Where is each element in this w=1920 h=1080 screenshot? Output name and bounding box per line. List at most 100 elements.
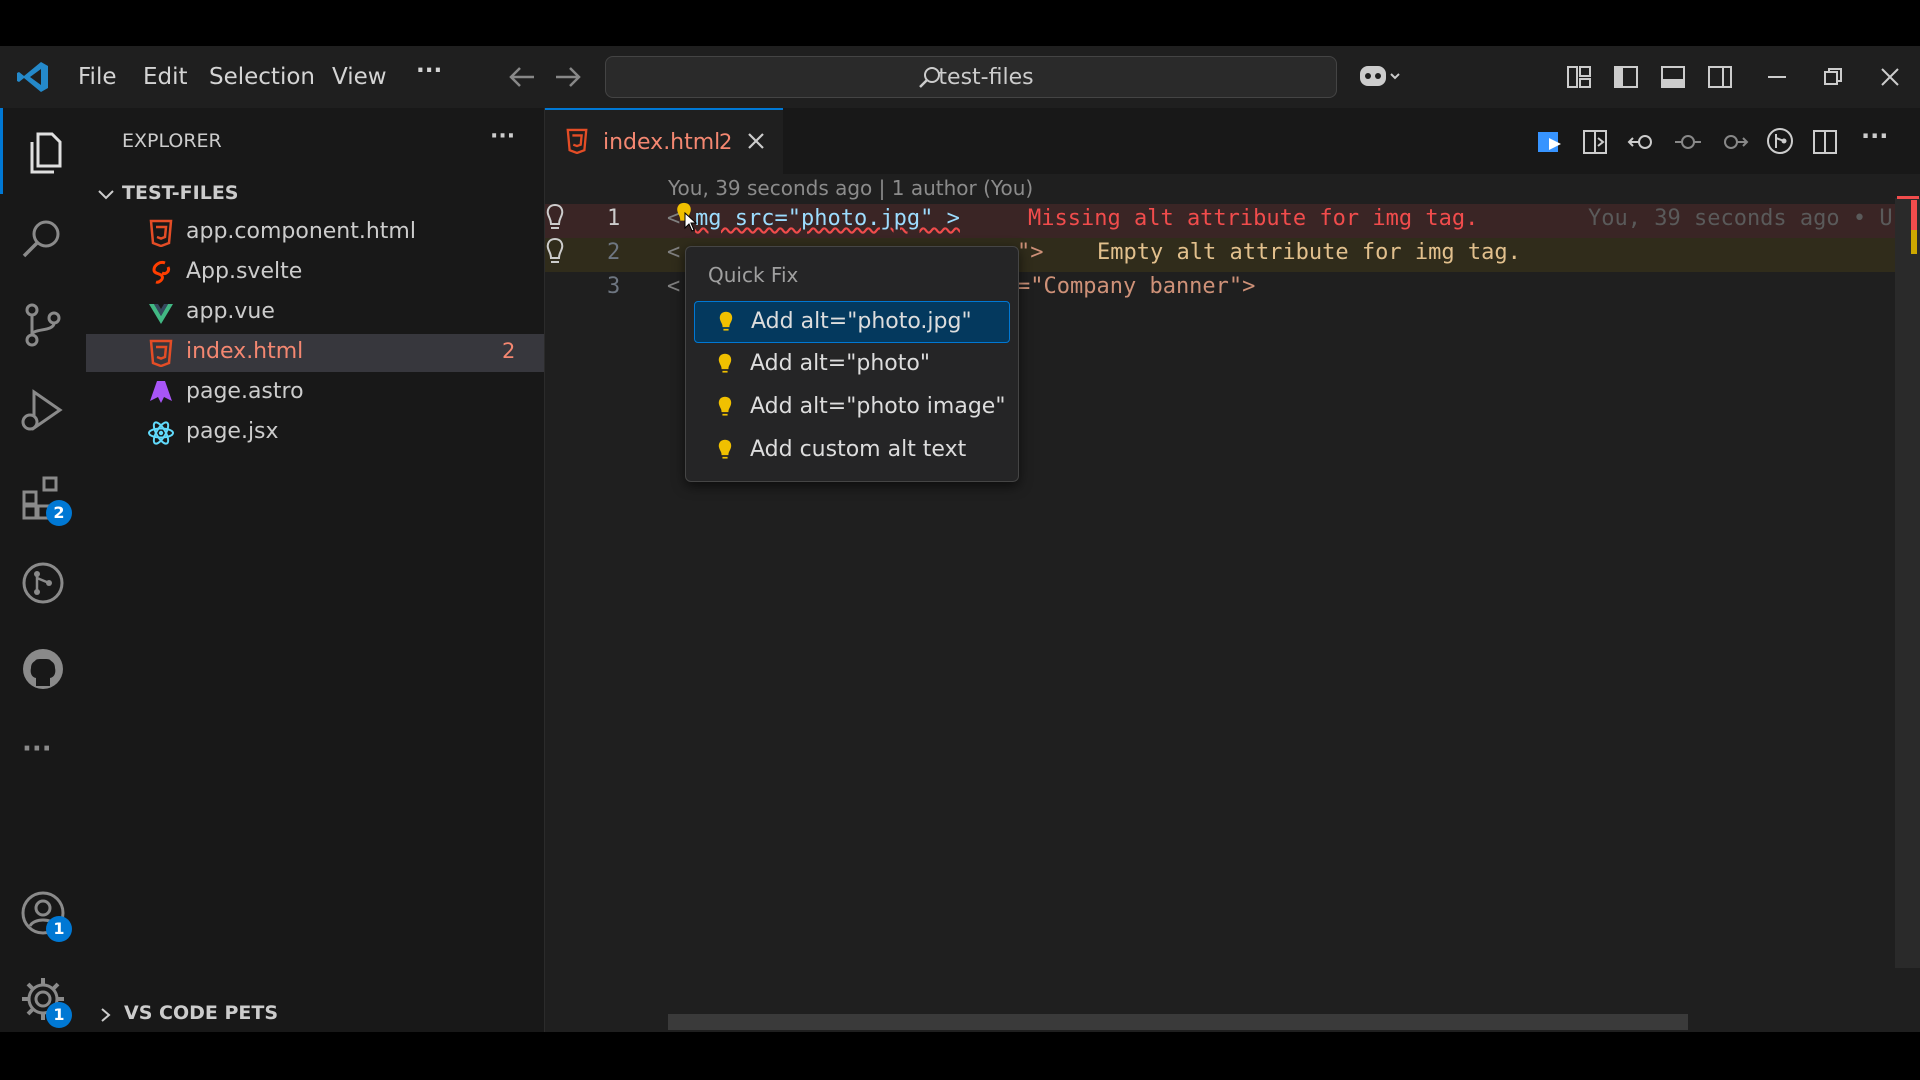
svelte-icon	[152, 261, 170, 284]
command-center-search[interactable]: test-files	[605, 56, 1337, 98]
lightbulb-icon	[718, 439, 732, 459]
menu-more[interactable]: ···	[416, 58, 442, 84]
lightbulb-outline-icon[interactable]	[545, 236, 565, 268]
astro-icon	[150, 381, 172, 403]
quick-fix-label: Add alt="photo.jpg"	[751, 309, 972, 334]
quick-fix-item[interactable]: Add custom alt text	[694, 430, 1008, 470]
code-token: <	[667, 274, 681, 299]
mouse-cursor-icon	[684, 212, 698, 232]
next-change-icon[interactable]	[1719, 128, 1749, 156]
file-name: index.html	[186, 339, 304, 364]
restore-icon[interactable]	[1820, 64, 1846, 90]
live-preview-icon[interactable]	[1535, 128, 1565, 156]
explorer-more-button[interactable]: ···	[490, 124, 515, 149]
commit-icon[interactable]	[1673, 128, 1703, 156]
forward-arrow-icon[interactable]	[554, 64, 582, 90]
accounts-badge: 1	[46, 916, 72, 942]
lightbulb-outline-icon[interactable]	[545, 202, 565, 234]
close-tab-icon[interactable]	[745, 130, 767, 152]
search-label: test-files	[938, 65, 1034, 90]
toggle-secondary-sidebar-icon[interactable]	[1707, 64, 1733, 90]
gitlens-icon[interactable]	[18, 558, 68, 608]
tab-bar: index.html 2 ···	[545, 108, 1920, 176]
problems-count: 2	[502, 339, 516, 363]
chevron-down-icon	[98, 190, 114, 200]
html-icon	[566, 128, 588, 154]
vs-code-pets-section[interactable]: VS CODE PETS	[86, 998, 544, 1032]
github-icon[interactable]	[18, 644, 68, 694]
file-item[interactable]: page.jsx	[86, 414, 544, 452]
line-number: 1	[607, 206, 621, 231]
folder-name: TEST-FILES	[122, 182, 239, 204]
vertical-scrollbar[interactable]	[1895, 198, 1920, 968]
tab-label: index.html	[603, 130, 721, 155]
explorer-icon[interactable]	[18, 128, 68, 178]
open-preview-icon[interactable]	[1581, 128, 1609, 156]
quick-fix-item[interactable]: Add alt="photo image"	[694, 387, 1008, 427]
quick-fix-menu: Quick Fix Add alt="photo.jpg" Add alt="p…	[685, 246, 1019, 482]
title-bar: File Edit Selection View ··· test-files	[0, 46, 1920, 108]
menu-view[interactable]: View	[332, 64, 387, 90]
file-name: app.component.html	[186, 219, 416, 244]
search-view-icon[interactable]	[18, 214, 68, 264]
horizontal-scrollbar[interactable]	[668, 1014, 1688, 1030]
tab-index-html[interactable]: index.html 2	[545, 108, 783, 176]
overview-error-marker	[1897, 196, 1919, 199]
customize-layout-icon[interactable]	[1566, 64, 1592, 90]
menu-selection[interactable]: Selection	[209, 64, 315, 90]
lightbulb-icon	[719, 311, 733, 331]
quick-fix-label: Add custom alt text	[750, 437, 967, 462]
split-editor-icon[interactable]	[1811, 128, 1839, 156]
html-icon	[149, 339, 173, 367]
extensions-button[interactable]: 2	[18, 472, 72, 526]
source-control-icon[interactable]	[18, 300, 68, 350]
file-item[interactable]: page.astro	[86, 374, 544, 412]
quick-fix-item-selected[interactable]: Add alt="photo.jpg"	[694, 301, 1010, 343]
section-title: VS CODE PETS	[124, 1002, 279, 1024]
menu-file[interactable]: File	[78, 64, 117, 90]
copilot-icon[interactable]	[1358, 62, 1402, 92]
code-line-2[interactable]: ">	[1017, 240, 1044, 265]
active-indicator	[0, 108, 3, 194]
quick-fix-item[interactable]: Add alt="photo"	[694, 344, 1008, 384]
lightbulb-icon	[718, 396, 732, 416]
quick-fix-label: Add alt="photo image"	[750, 394, 1006, 419]
file-item[interactable]: app.component.html	[86, 214, 544, 252]
bottom-letterbox	[0, 1032, 1920, 1080]
chevron-right-icon	[101, 1008, 111, 1022]
menu-edit[interactable]: Edit	[143, 64, 188, 90]
file-item[interactable]: app.vue	[86, 294, 544, 332]
line-number: 3	[607, 274, 621, 299]
back-arrow-icon[interactable]	[508, 64, 536, 90]
close-window-icon[interactable]	[1877, 64, 1903, 90]
extensions-badge: 2	[46, 500, 72, 526]
manage-button[interactable]: 1	[18, 974, 72, 1028]
explorer-title: EXPLORER	[122, 130, 222, 152]
code-line-1[interactable]: mg src="photo.jpg" >	[695, 206, 960, 231]
code-line-3[interactable]: ="Company banner">	[1017, 274, 1255, 299]
file-item-selected[interactable]: index.html 2	[86, 334, 544, 372]
error-lens-message: Missing alt attribute for img tag.	[1028, 206, 1479, 231]
file-name: page.jsx	[186, 419, 279, 444]
editor-more-actions[interactable]: ···	[1861, 122, 1888, 150]
activity-bar: 2 ··· 1 1	[0, 108, 86, 1032]
quick-fix-label: Add alt="photo"	[750, 351, 930, 376]
quick-fix-title: Quick Fix	[708, 263, 799, 287]
lightbulb-icon	[718, 353, 732, 373]
code-token: <	[667, 240, 681, 265]
vue-icon	[149, 304, 173, 324]
minimize-icon[interactable]	[1764, 64, 1790, 90]
more-views-icon[interactable]: ···	[22, 734, 52, 764]
overview-warning-marker	[1911, 230, 1917, 254]
warning-lens-message: Empty alt attribute for img tag.	[1097, 240, 1521, 265]
run-debug-icon[interactable]	[18, 386, 68, 436]
accounts-button[interactable]: 1	[18, 888, 72, 942]
folder-header[interactable]: TEST-FILES	[86, 178, 544, 212]
toggle-primary-sidebar-icon[interactable]	[1613, 64, 1639, 90]
previous-change-icon[interactable]	[1627, 128, 1657, 156]
file-name: page.astro	[186, 379, 304, 404]
gitlens-inspect-icon[interactable]	[1765, 126, 1795, 156]
toggle-panel-icon[interactable]	[1660, 64, 1686, 90]
file-item[interactable]: App.svelte	[86, 254, 544, 292]
codelens-blame[interactable]: You, 39 seconds ago | 1 author (You)	[668, 176, 1033, 200]
